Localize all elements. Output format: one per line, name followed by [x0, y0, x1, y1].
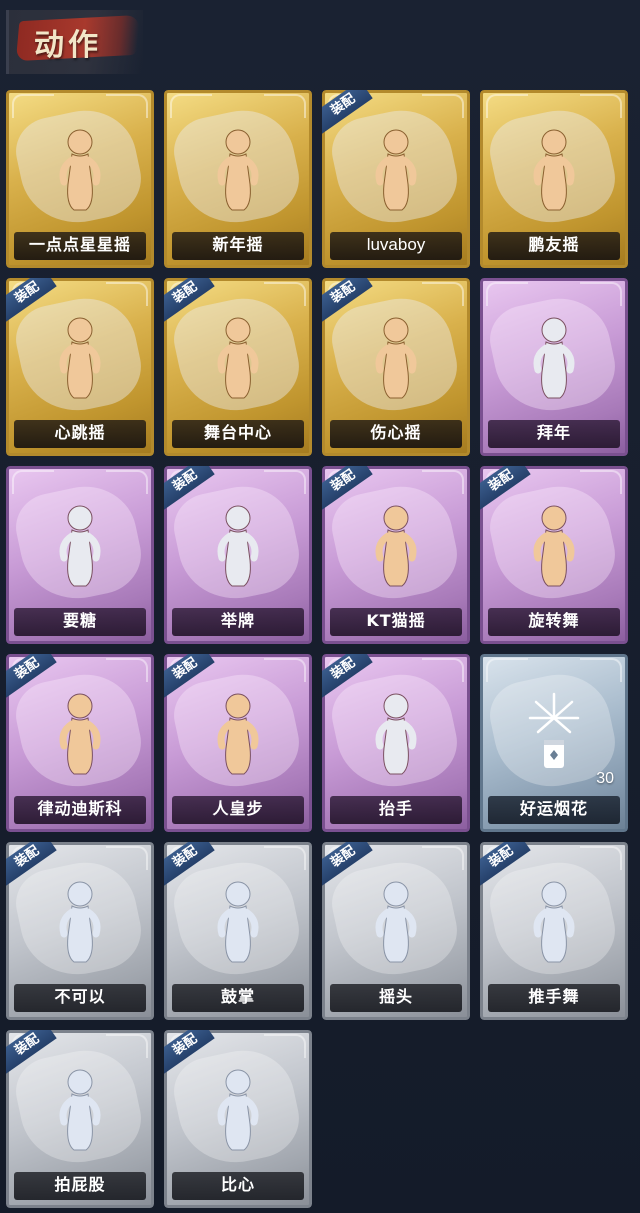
emote-inventory-page: 动作 一点点星星摇 新年摇 luvaboy 装配鹏友摇心跳摇 装配 舞台中心 装配 伤心摇 装配…: [0, 0, 640, 1213]
finger-wag-icon: [50, 876, 110, 964]
emote-card[interactable]: 好运烟花 30: [480, 654, 628, 832]
emote-label: 拜年: [536, 423, 571, 442]
frame-ornament: [422, 282, 464, 306]
frame-ornament: [106, 658, 148, 682]
emote-card[interactable]: 不可以 装配: [6, 842, 154, 1020]
frame-ornament: [422, 658, 464, 682]
emote-card[interactable]: 拜年: [480, 278, 628, 456]
figure-sway-icon: [208, 124, 268, 212]
emote-label: 推手舞: [528, 987, 580, 1006]
emote-card[interactable]: 新年摇: [164, 90, 312, 268]
figure-center-stage-icon: [208, 312, 268, 400]
figure-point-icon: [524, 124, 584, 212]
frame-ornament: [486, 658, 528, 682]
figure-disco-icon: [50, 688, 110, 776]
emote-label: 律动迪斯科: [37, 799, 123, 818]
firework-icon: [524, 688, 584, 776]
emote-label: 心跳摇: [54, 423, 106, 442]
frame-ornament: [106, 94, 148, 118]
figure-reach-icon: [50, 500, 110, 588]
emote-card[interactable]: 抬手 装配: [322, 654, 470, 832]
frame-ornament: [580, 846, 622, 870]
figure-step-icon: [208, 688, 268, 776]
emote-card[interactable]: 心跳摇 装配: [6, 278, 154, 456]
emote-label: KT猫摇: [366, 611, 426, 630]
emote-label: 舞台中心: [203, 423, 272, 442]
frame-ornament: [170, 94, 212, 118]
frame-ornament: [12, 470, 54, 494]
figure-push-dance-icon: [524, 876, 584, 964]
emote-card[interactable]: 律动迪斯科 装配: [6, 654, 154, 832]
emote-label: 伤心摇: [370, 423, 422, 442]
frame-ornament: [422, 470, 464, 494]
emote-card[interactable]: 舞台中心 装配: [164, 278, 312, 456]
figure-slap-icon: [50, 1064, 110, 1152]
figure-wave-icon: [50, 312, 110, 400]
emote-label: 要糖: [62, 611, 97, 630]
emote-label: 摇头: [378, 987, 413, 1006]
frame-ornament: [580, 470, 622, 494]
figure-heart-hands-icon: [366, 312, 426, 400]
figure-cat-sway-icon: [366, 500, 426, 588]
frame-ornament: [264, 658, 306, 682]
emote-label: 一点点星星摇: [28, 235, 131, 254]
emote-label: 不可以: [54, 987, 106, 1006]
emote-card[interactable]: 拍屁股 装配: [6, 1030, 154, 1208]
frame-ornament: [264, 470, 306, 494]
emote-card[interactable]: 伤心摇 装配: [322, 278, 470, 456]
emote-card[interactable]: 鹏友摇: [480, 90, 628, 268]
emote-card[interactable]: KT猫摇 装配: [322, 466, 470, 644]
emote-label: luvaboy: [366, 235, 426, 254]
emote-label: 比心: [220, 1175, 255, 1194]
item-count: 30: [596, 770, 614, 787]
emote-card[interactable]: 要糖: [6, 466, 154, 644]
frame-ornament: [264, 282, 306, 306]
frame-ornament: [422, 94, 464, 118]
emote-label: 人皇步: [212, 799, 264, 818]
emote-label: 抬手: [378, 799, 413, 818]
figure-arms-crossed-icon: [366, 124, 426, 212]
frame-ornament: [106, 1034, 148, 1058]
frame-ornament: [580, 282, 622, 306]
figure-shake-head-icon: [366, 876, 426, 964]
frame-ornament: [264, 1034, 306, 1058]
emote-label: 鼓掌: [220, 987, 255, 1006]
frame-ornament: [486, 282, 528, 306]
emote-label: 鹏友摇: [528, 235, 580, 254]
figure-bow-icon: [524, 312, 584, 400]
section-header: 动作: [0, 0, 640, 80]
emote-label: 举牌: [220, 611, 255, 630]
figure-finger-heart-icon: [208, 1064, 268, 1152]
emote-card[interactable]: 推手舞 装配: [480, 842, 628, 1020]
frame-ornament: [422, 846, 464, 870]
frame-ornament: [580, 658, 622, 682]
emote-card[interactable]: luvaboy 装配: [322, 90, 470, 268]
frame-ornament: [486, 94, 528, 118]
frame-ornament: [580, 94, 622, 118]
emote-card[interactable]: 比心 装配: [164, 1030, 312, 1208]
emote-card[interactable]: 举牌 装配: [164, 466, 312, 644]
frame-ornament: [12, 94, 54, 118]
figure-spin-icon: [524, 500, 584, 588]
emote-card[interactable]: 一点点星星摇: [6, 90, 154, 268]
figure-hold-sign-icon: [208, 500, 268, 588]
figure-raise-hand-icon: [366, 688, 426, 776]
figure-blow-kiss-icon: [50, 124, 110, 212]
emote-label: 旋转舞: [528, 611, 580, 630]
emote-card[interactable]: 人皇步 装配: [164, 654, 312, 832]
emote-label: 好运烟花: [519, 799, 588, 818]
frame-ornament: [106, 282, 148, 306]
emote-label: 拍屁股: [54, 1175, 106, 1194]
clap-icon: [208, 876, 268, 964]
frame-ornament: [106, 846, 148, 870]
frame-ornament: [264, 846, 306, 870]
emote-card[interactable]: 摇头 装配: [322, 842, 470, 1020]
frame-ornament: [106, 470, 148, 494]
emote-card[interactable]: 鼓掌 装配: [164, 842, 312, 1020]
frame-ornament: [264, 94, 306, 118]
section-title: 动作: [34, 28, 102, 63]
emote-card[interactable]: 旋转舞 装配: [480, 466, 628, 644]
emote-label: 新年摇: [212, 235, 264, 254]
